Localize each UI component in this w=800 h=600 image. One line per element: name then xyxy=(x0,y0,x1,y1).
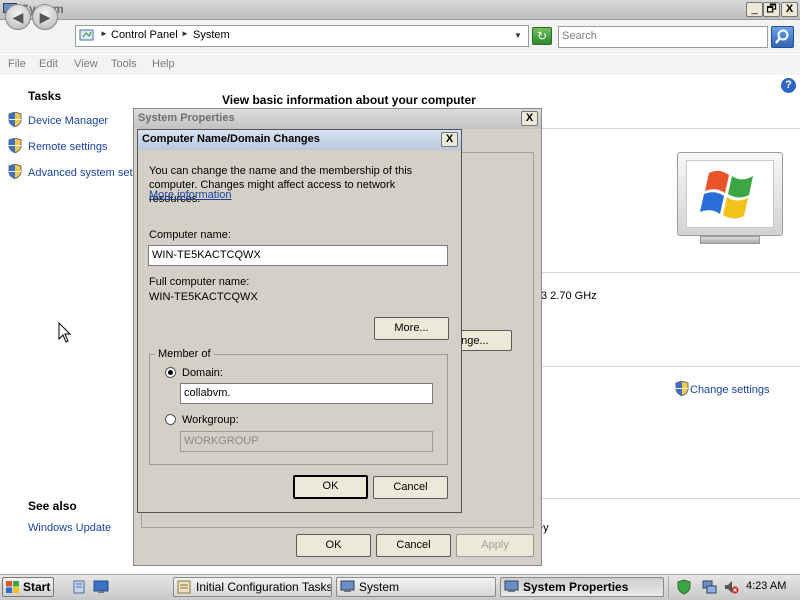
computer-name-cancel-button[interactable]: Cancel xyxy=(373,476,448,499)
system-icon xyxy=(340,580,355,592)
task-device-manager[interactable]: Device Manager xyxy=(8,112,108,127)
task-label[interactable]: Device Manager xyxy=(28,115,108,127)
task-advanced-system-settings[interactable]: Advanced system set xyxy=(8,164,133,179)
divider xyxy=(542,272,800,273)
help-icon[interactable]: ? xyxy=(781,78,796,93)
menu-tools[interactable]: Tools xyxy=(111,58,137,70)
radio-selected-dot xyxy=(168,370,173,375)
menu-help[interactable]: Help xyxy=(152,58,175,70)
monitor-screen xyxy=(686,160,774,228)
breadcrumb-control-panel[interactable]: Control Panel xyxy=(111,29,178,41)
search-button[interactable] xyxy=(771,26,794,48)
full-computer-name-value: WIN-TE5KACTCQWX xyxy=(149,291,258,303)
divider xyxy=(542,366,800,367)
workgroup-label[interactable]: Workgroup: xyxy=(182,414,239,426)
maximize-button[interactable]: 🗗 xyxy=(763,2,780,17)
system-properties-cancel-button[interactable]: Cancel xyxy=(376,534,451,557)
domain-label[interactable]: Domain: xyxy=(182,367,223,379)
forward-button[interactable]: ▶ xyxy=(32,4,58,30)
info-line-1: You can change the name and the membersh… xyxy=(149,165,413,177)
system-properties-close-button[interactable]: X xyxy=(521,111,538,126)
computer-name-input[interactable]: WIN-TE5KACTCQWX xyxy=(148,245,448,266)
clock[interactable]: 4:23 AM xyxy=(746,580,786,592)
menu-edit[interactable]: Edit xyxy=(39,58,58,70)
address-bar[interactable]: ► Control Panel ► System ▼ xyxy=(75,25,529,47)
computer-name-dialog-title: Computer Name/Domain Changes xyxy=(142,133,320,145)
menu-file[interactable]: File xyxy=(8,58,26,70)
system-properties-icon xyxy=(504,580,519,592)
chevron-right-icon[interactable]: ► xyxy=(100,29,108,38)
back-button[interactable]: ◀ xyxy=(5,4,31,30)
task-label[interactable]: Advanced system set xyxy=(28,167,133,179)
chevron-right-icon[interactable]: ► xyxy=(181,29,189,38)
uac-shield-icon xyxy=(8,138,22,153)
windows-update-link[interactable]: Windows Update xyxy=(28,522,111,534)
computer-name-close-button[interactable]: X xyxy=(441,132,458,147)
page-heading: View basic information about your comput… xyxy=(222,93,476,107)
taskbar-system[interactable]: System xyxy=(336,577,496,597)
task-label[interactable]: Remote settings xyxy=(28,141,107,153)
mouse-cursor xyxy=(58,322,72,343)
uac-shield-icon xyxy=(675,381,689,396)
breadcrumb-system[interactable]: System xyxy=(193,29,230,41)
network-icon[interactable] xyxy=(702,579,718,595)
more-information-link[interactable]: More information xyxy=(149,189,232,201)
more-button[interactable]: More... xyxy=(374,317,449,340)
taskbar-system-properties[interactable]: System Properties xyxy=(500,577,664,597)
uac-shield-icon xyxy=(8,164,22,179)
taskbar-button-label: Initial Configuration Tasks xyxy=(196,580,332,594)
refresh-icon[interactable]: ↻ xyxy=(532,27,552,45)
server-manager-icon[interactable] xyxy=(72,580,87,594)
control-panel-icon xyxy=(79,29,94,41)
uac-shield-icon xyxy=(8,112,22,127)
full-computer-name-label: Full computer name: xyxy=(149,276,250,288)
see-also-heading: See also xyxy=(28,499,77,513)
minimize-button[interactable]: _ xyxy=(746,2,763,17)
computer-name-ok-button[interactable]: OK xyxy=(293,475,368,499)
taskbar-button-label: System xyxy=(359,580,400,594)
monitor-stand xyxy=(700,236,760,244)
security-shield-icon[interactable] xyxy=(677,579,692,595)
close-button[interactable]: X xyxy=(781,2,798,17)
system-properties-apply-button[interactable]: Apply xyxy=(456,534,534,557)
search-icon xyxy=(775,29,789,44)
tasks-heading: Tasks xyxy=(28,89,62,103)
taskbar-button-label: System Properties xyxy=(523,580,629,594)
computer-name-label: Computer name: xyxy=(149,229,231,241)
task-remote-settings[interactable]: Remote settings xyxy=(8,138,107,153)
configuration-icon xyxy=(177,580,191,594)
member-of-label: Member of xyxy=(155,348,214,360)
change-settings-link[interactable]: Change settings xyxy=(675,381,770,396)
processor-speed: 3 2.70 GHz xyxy=(541,290,597,302)
windows-logo xyxy=(700,170,753,219)
volume-muted-icon[interactable] xyxy=(723,579,739,595)
divider xyxy=(542,498,800,499)
system-properties-title: System Properties xyxy=(138,112,235,124)
search-input[interactable]: Search xyxy=(558,26,768,48)
windows-flag-icon xyxy=(6,581,19,593)
menu-view[interactable]: View xyxy=(74,58,98,70)
domain-input[interactable]: collabvm. xyxy=(180,383,433,404)
domain-radio[interactable] xyxy=(165,367,176,378)
change-settings-label[interactable]: Change settings xyxy=(690,384,770,396)
chevron-down-icon[interactable]: ▼ xyxy=(514,31,522,40)
system-properties-ok-button[interactable]: OK xyxy=(296,534,371,557)
show-desktop-icon[interactable] xyxy=(93,580,109,594)
workgroup-radio[interactable] xyxy=(165,414,176,425)
workgroup-input[interactable]: WORKGROUP xyxy=(180,431,433,452)
window-title-bar[interactable] xyxy=(0,0,800,20)
taskbar-initial-configuration-tasks[interactable]: Initial Configuration Tasks xyxy=(173,577,332,597)
divider xyxy=(542,128,800,129)
